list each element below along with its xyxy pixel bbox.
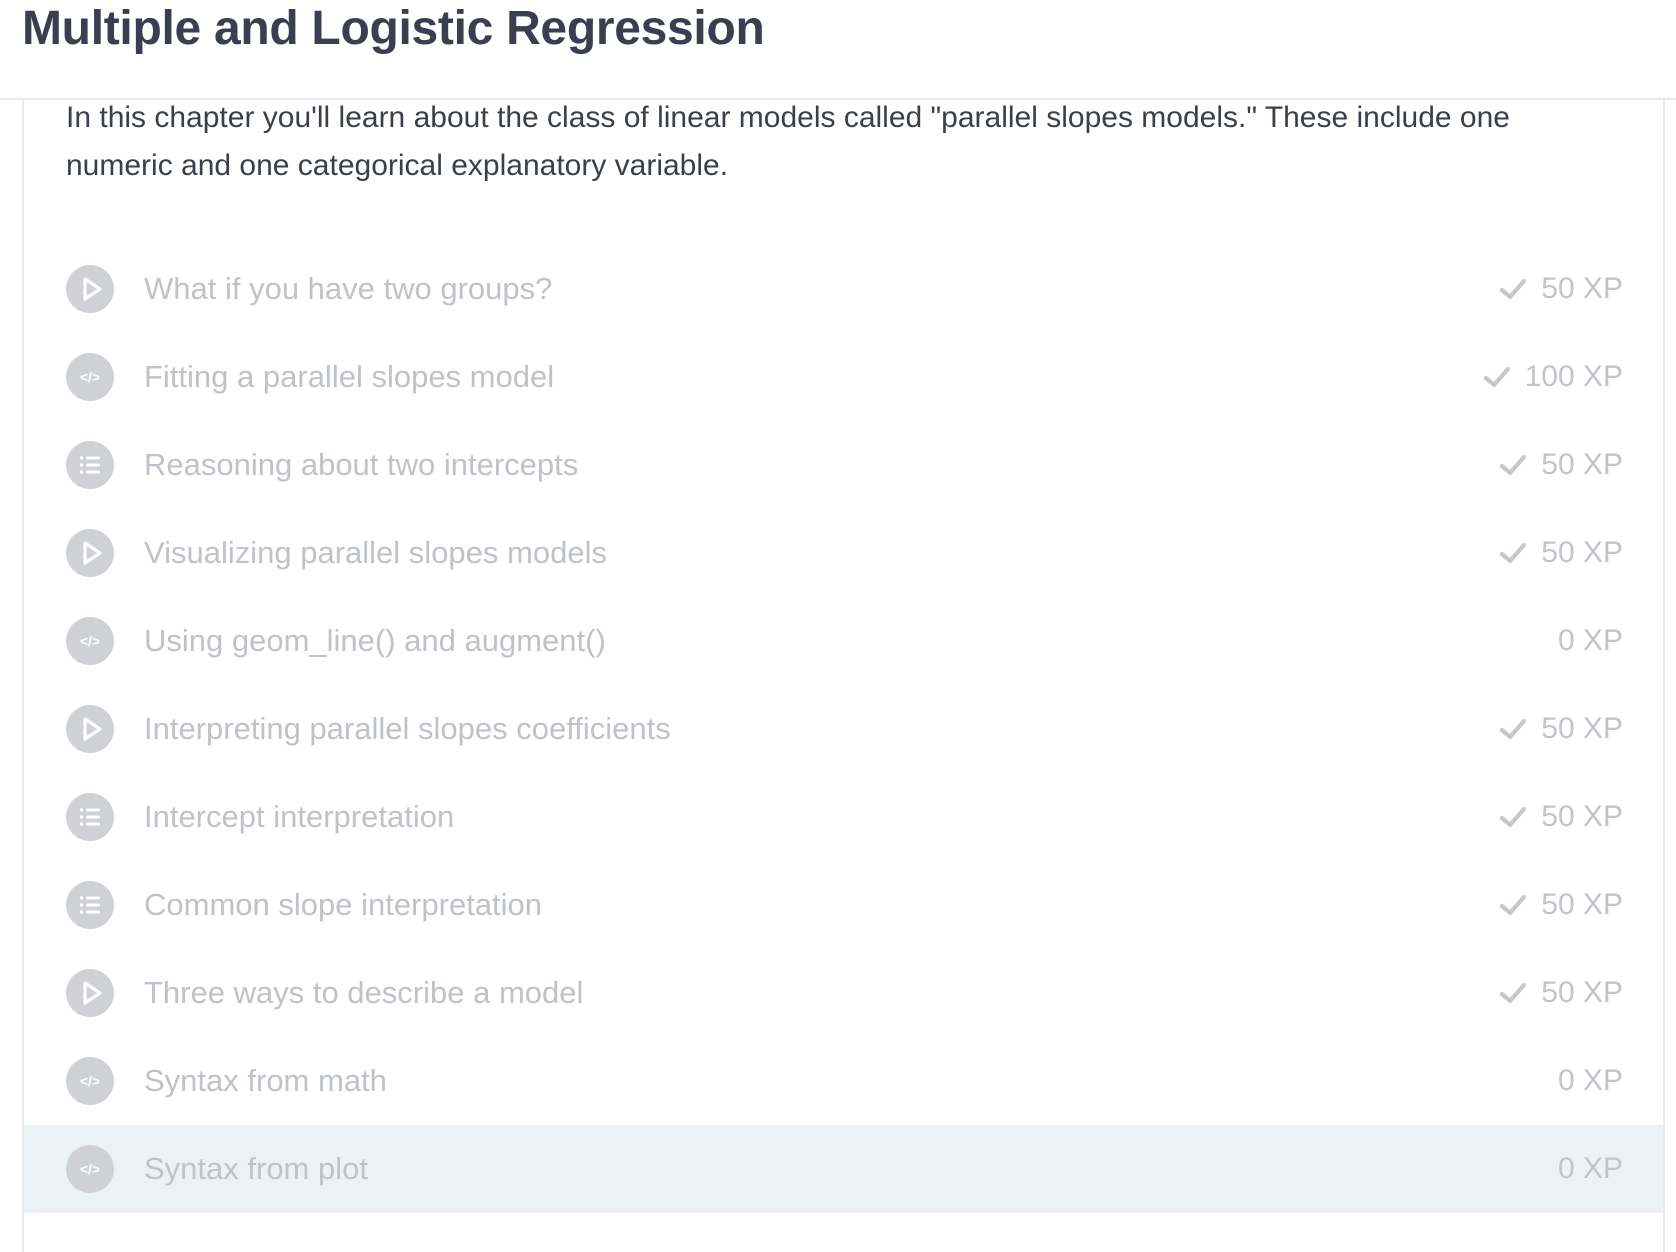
exercise-title: Reasoning about two intercepts: [144, 447, 579, 482]
page: Multiple and Logistic Regression In this…: [0, 0, 1676, 1252]
video-icon: [66, 969, 114, 1017]
xp-value: 50 XP: [1541, 536, 1623, 569]
exercise-row[interactable]: Visualizing parallel slopes models 50 XP: [24, 509, 1663, 597]
code-icon: </>: [66, 617, 114, 665]
check-icon: [1483, 366, 1510, 388]
xp-status: 0 XP: [1558, 1125, 1623, 1213]
chapter-card: In this chapter you'll learn about the c…: [22, 70, 1665, 1252]
page-title: Multiple and Logistic Regression: [22, 2, 765, 55]
xp-status: 50 XP: [1499, 421, 1623, 509]
exercise-title: Fitting a parallel slopes model: [144, 359, 555, 394]
check-icon: [1500, 982, 1527, 1004]
svg-text:</>: </>: [80, 633, 100, 649]
check-icon: [1500, 542, 1527, 564]
exercise-row[interactable]: Intercept interpretation 50 XP: [24, 773, 1663, 861]
exercise-title: Syntax from plot: [144, 1151, 368, 1186]
svg-text:</>: </>: [80, 1073, 100, 1089]
video-icon: [66, 265, 114, 313]
code-icon: </>: [66, 1145, 114, 1193]
exercise-title: Using geom_line() and augment(): [144, 623, 606, 658]
xp-status: 0 XP: [1558, 1037, 1623, 1125]
xp-status: 50 XP: [1499, 685, 1623, 773]
xp-status: 50 XP: [1499, 509, 1623, 597]
exercise-row[interactable]: Common slope interpretation 50 XP: [24, 861, 1663, 949]
chapter-description: In this chapter you'll learn about the c…: [66, 101, 1510, 182]
xp-value: 50 XP: [1541, 272, 1623, 305]
xp-status: 50 XP: [1499, 949, 1623, 1037]
exercise-row[interactable]: Interpreting parallel slopes coefficient…: [24, 685, 1663, 773]
multiple-choice-icon: [66, 441, 114, 489]
xp-value: 50 XP: [1541, 888, 1623, 921]
exercise-title: Intercept interpretation: [144, 799, 455, 834]
exercise-row[interactable]: </> Using geom_line() and augment() 0 XP: [24, 597, 1663, 685]
xp-value: 0 XP: [1557, 624, 1623, 657]
exercise-row[interactable]: What if you have two groups? 50 XP: [24, 245, 1663, 333]
svg-text:</>: </>: [80, 369, 100, 385]
xp-value: 50 XP: [1541, 448, 1623, 481]
check-icon: [1500, 806, 1527, 828]
code-icon: </>: [66, 353, 114, 401]
check-icon: [1500, 718, 1527, 740]
exercise-row[interactable]: </> Fitting a parallel slopes model 100 XP: [24, 333, 1663, 421]
xp-value: 50 XP: [1541, 712, 1623, 745]
check-icon: [1500, 454, 1527, 476]
exercise-list: What if you have two groups? 50 XP </> Fitt…: [24, 245, 1663, 1213]
xp-status: 0 XP: [1558, 597, 1623, 685]
check-icon: [1500, 278, 1527, 300]
code-icon: </>: [66, 1057, 114, 1105]
svg-text:</>: </>: [80, 1161, 100, 1177]
video-icon: [66, 529, 114, 577]
exercise-title: Visualizing parallel slopes models: [144, 535, 607, 570]
video-icon: [66, 705, 114, 753]
exercise-title: What if you have two groups?: [144, 271, 553, 306]
multiple-choice-icon: [66, 881, 114, 929]
exercise-row[interactable]: Reasoning about two intercepts 50 XP: [24, 421, 1663, 509]
exercise-row[interactable]: </> Syntax from math 0 XP: [24, 1037, 1663, 1125]
exercise-title: Three ways to describe a model: [144, 975, 584, 1010]
exercise-title: Interpreting parallel slopes coefficient…: [144, 711, 671, 746]
check-icon: [1500, 894, 1527, 916]
xp-value: 0 XP: [1557, 1064, 1623, 1097]
xp-status: 50 XP: [1499, 773, 1623, 861]
exercise-title: Syntax from math: [144, 1063, 387, 1098]
exercise-title: Common slope interpretation: [144, 887, 543, 922]
xp-status: 100 XP: [1483, 333, 1623, 421]
xp-value: 50 XP: [1541, 800, 1623, 833]
xp-value: 100 XP: [1524, 360, 1623, 393]
xp-status: 50 XP: [1499, 245, 1623, 333]
xp-value: 50 XP: [1541, 976, 1623, 1009]
xp-value: 0 XP: [1557, 1152, 1623, 1185]
exercise-row[interactable]: Three ways to describe a model 50 XP: [24, 949, 1663, 1037]
multiple-choice-icon: [66, 793, 114, 841]
course-header: Multiple and Logistic Regression: [0, 0, 1676, 100]
xp-status: 50 XP: [1499, 861, 1623, 949]
exercise-row[interactable]: </> Syntax from plot 0 XP: [24, 1125, 1663, 1213]
